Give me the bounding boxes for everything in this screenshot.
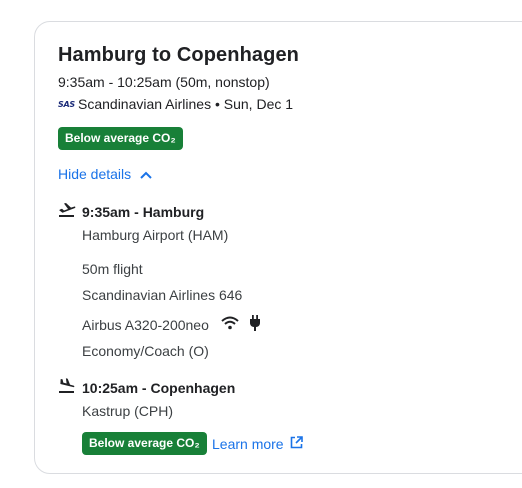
learn-more-link[interactable]: Learn more [212,436,303,452]
flight-number: Scandinavian Airlines 646 [82,287,243,303]
takeoff-icon [58,202,76,223]
wifi-icon [221,316,239,333]
page-title: Hamburg to Copenhagen [58,44,299,66]
hide-details-button[interactable]: Hide details [58,166,152,182]
co2-badge: Below average CO₂ [58,127,183,150]
aircraft-row: Airbus A320-200neo [82,315,261,334]
arrival-time: 10:25am - Copenhagen [82,380,236,396]
aircraft-model: Airbus A320-200neo [82,316,209,333]
cabin-class: Economy/Coach (O) [82,343,209,359]
chevron-up-icon [140,166,152,182]
hide-details-label: Hide details [58,166,132,182]
landing-icon [58,378,76,399]
flight-duration: 50m flight [82,261,143,277]
airline-and-date: Scandinavian Airlines • Sun, Dec 1 [78,96,294,112]
arrival-airport: Kastrup (CPH) [82,403,174,419]
power-plug-icon [249,315,261,334]
segment-co2-badge: Below average CO₂ [82,432,207,455]
departure-airport: Hamburg Airport (HAM) [82,227,229,243]
airline-row: SAS Scandinavian Airlines • Sun, Dec 1 [58,96,293,112]
learn-more-label: Learn more [212,436,284,452]
departure-time: 9:35am - Hamburg [82,204,205,220]
airline-logo: SAS [58,99,75,109]
flight-times-summary: 9:35am - 10:25am (50m, nonstop) [58,74,270,90]
external-link-icon [290,436,303,452]
